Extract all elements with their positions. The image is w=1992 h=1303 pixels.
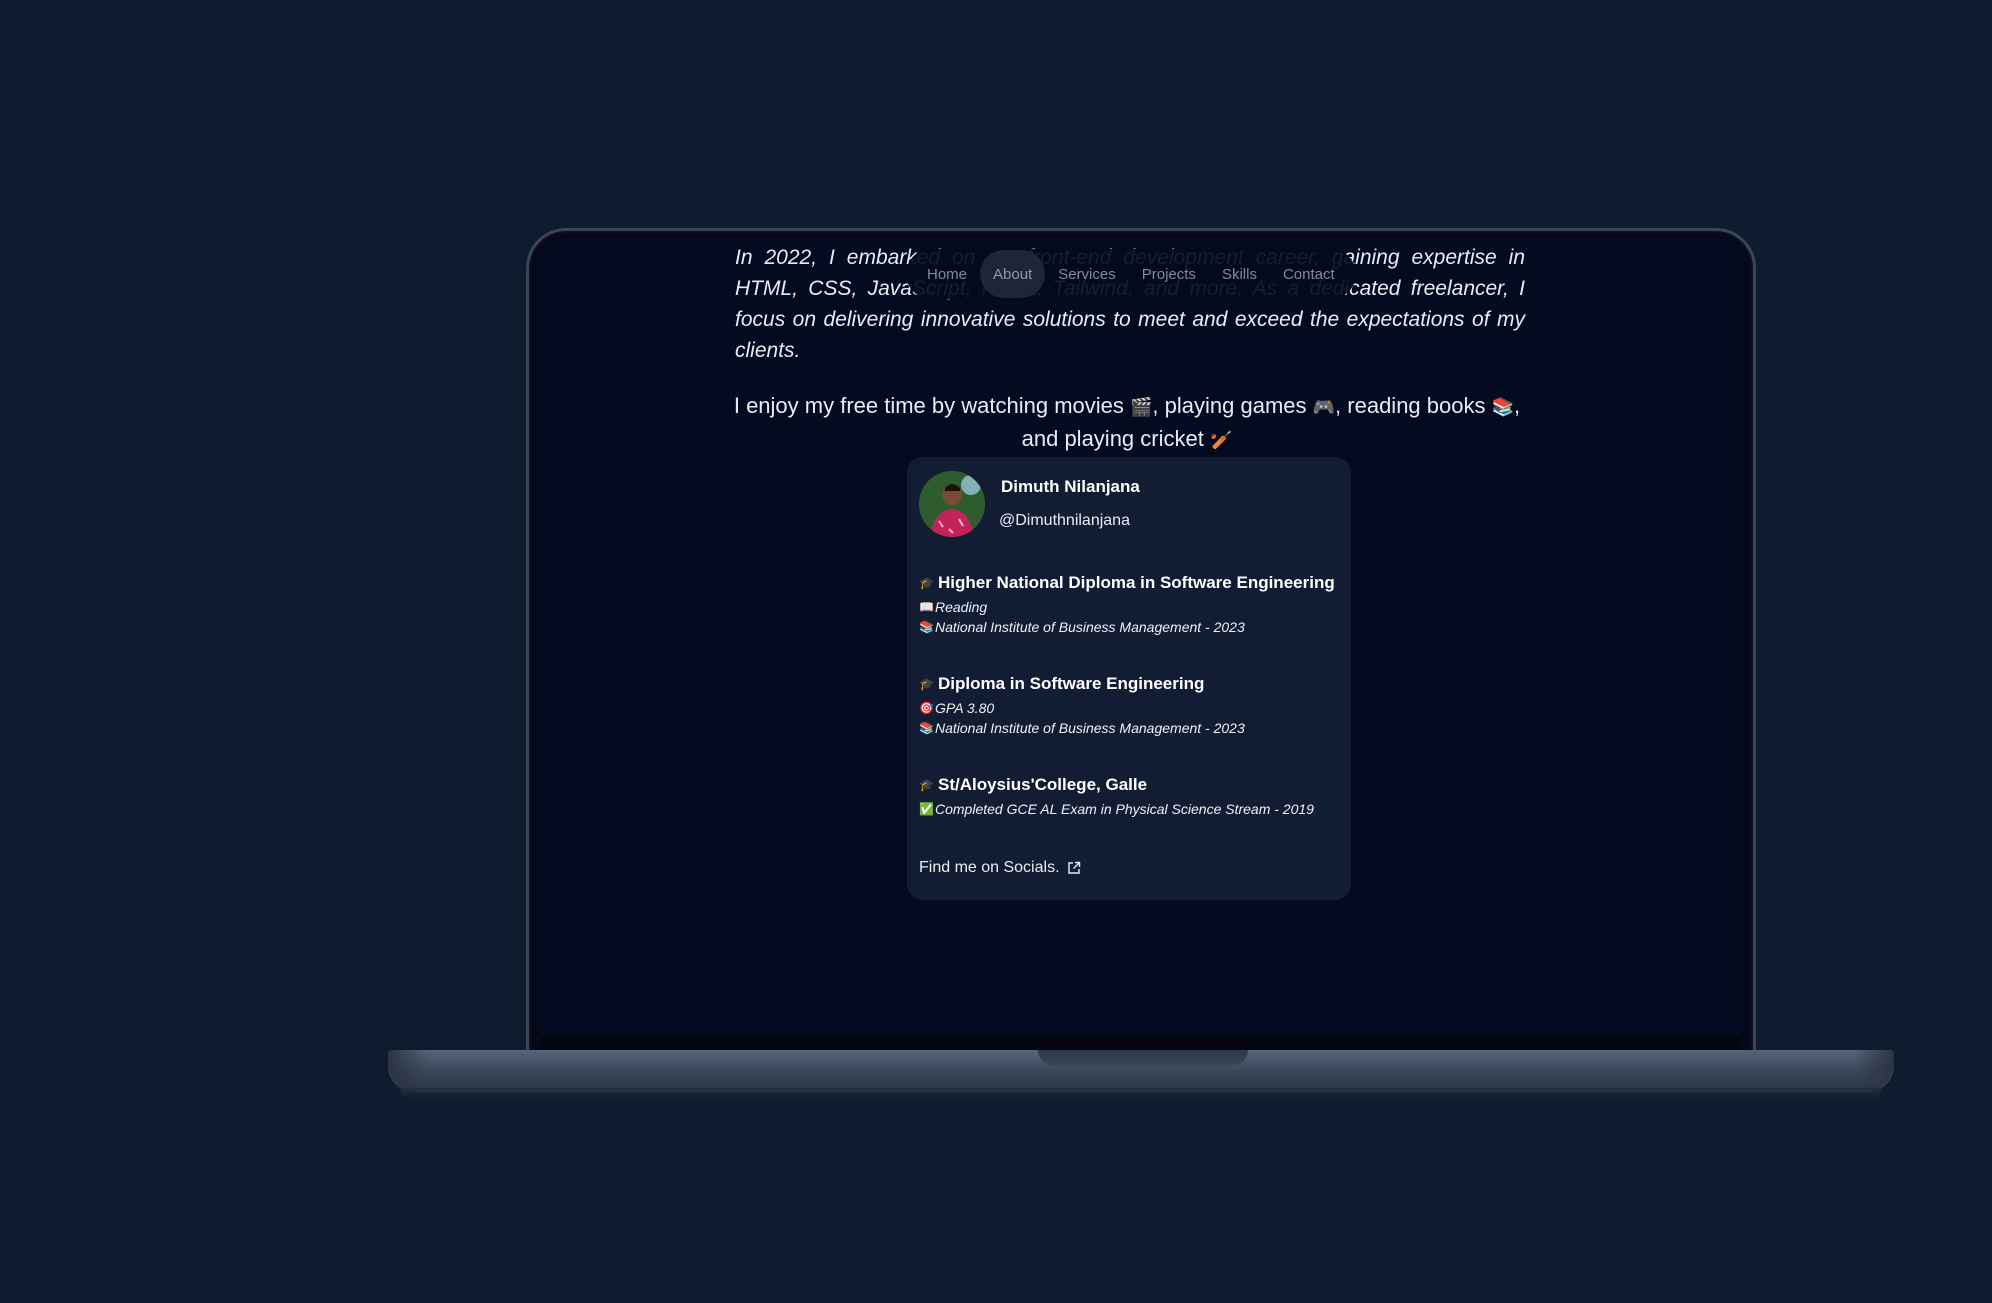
- laptop-hinge-notch: [1038, 1050, 1248, 1066]
- nav-contact[interactable]: Contact: [1270, 250, 1348, 298]
- external-link-icon: [1067, 861, 1080, 874]
- laptop-base-edge: [388, 1050, 428, 1090]
- open-book-icon: 📖: [919, 600, 934, 614]
- profile-handle: @Dimuthnilanjana: [999, 512, 1130, 529]
- main-navbar: Home About Services Projects Skills Cont…: [906, 249, 1356, 299]
- nav-services[interactable]: Services: [1045, 250, 1129, 298]
- laptop-screen-frame: In 2022, I embarked on my front-end deve…: [526, 228, 1756, 1054]
- graduation-cap-icon: 🎓: [919, 778, 934, 792]
- nav-skills[interactable]: Skills: [1209, 250, 1270, 298]
- books-icon: 📚: [1491, 397, 1515, 417]
- check-mark-icon: ✅: [919, 802, 934, 816]
- education-item: 🎓 Higher National Diploma in Software Eng…: [919, 573, 1335, 635]
- nav-about[interactable]: About: [980, 250, 1046, 298]
- education-item: 🎓 Diploma in Software Engineering 🎯 GPA 3.…: [919, 674, 1245, 736]
- avatar: [919, 471, 985, 537]
- books-icon: 📚: [919, 721, 934, 735]
- avatar-photo-icon: [919, 471, 985, 537]
- laptop-shadow: [400, 1088, 1882, 1100]
- profile-name: Dimuth Nilanjana: [1001, 477, 1140, 496]
- cricket-icon: 🏏: [1209, 430, 1233, 450]
- target-icon: 🎯: [919, 701, 934, 715]
- graduation-cap-icon: 🎓: [919, 576, 934, 590]
- socials-link[interactable]: Find me on Socials.: [919, 859, 1081, 877]
- movie-clapper-icon: 🎬: [1130, 397, 1153, 417]
- graduation-cap-icon: 🎓: [919, 677, 934, 691]
- education-item: 🎓 St/Aloysius'College, Galle ✅ Completed G…: [919, 775, 1314, 817]
- profile-card: Dimuth Nilanjana @Dimuthnilanjana 🎓 Highe…: [907, 457, 1351, 900]
- website-viewport: In 2022, I embarked on my front-end deve…: [541, 237, 1741, 1054]
- nav-home[interactable]: Home: [914, 250, 980, 298]
- books-icon: 📚: [919, 620, 934, 634]
- nav-projects[interactable]: Projects: [1129, 250, 1209, 298]
- hobbies-paragraph: I enjoy my free time by watching movies …: [733, 393, 1521, 451]
- game-controller-icon: 🎮: [1312, 397, 1336, 417]
- laptop-base-edge: [1854, 1050, 1894, 1090]
